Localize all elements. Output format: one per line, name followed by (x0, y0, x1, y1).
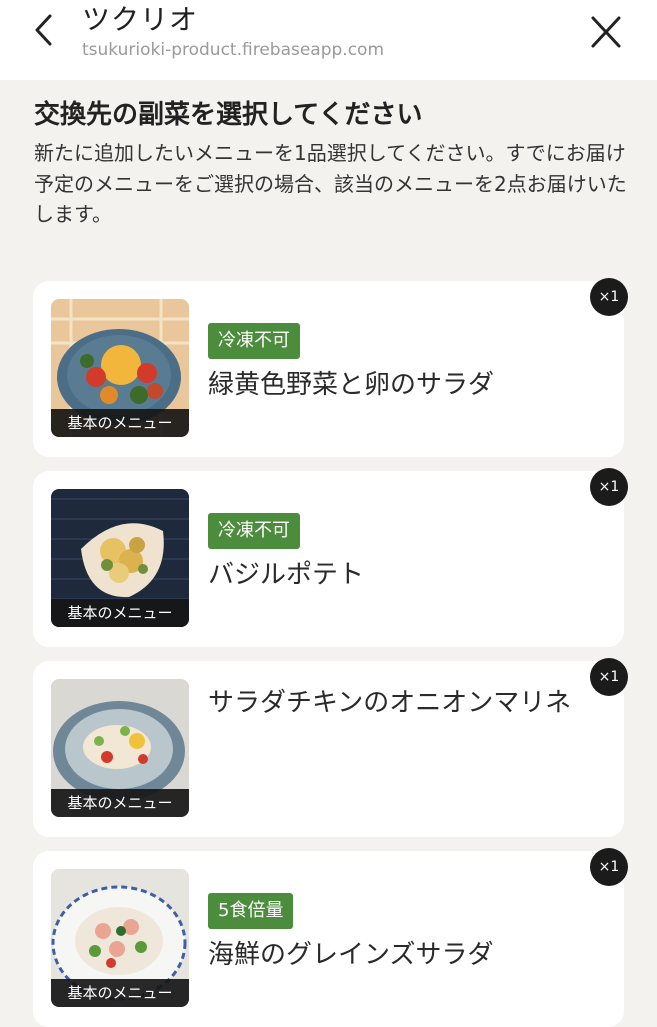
site-title: ツクリオ (82, 3, 199, 36)
menu-item-name: サラダチキンのオニオンマリネ (208, 688, 572, 718)
menu-card[interactable]: 基本のメニュー 冷凍不可 バジルポテト ×1 (33, 468, 628, 647)
close-icon[interactable] (586, 12, 626, 52)
basil-potato-image: 基本のメニュー (51, 489, 189, 627)
quantity-badge: ×1 (590, 658, 628, 696)
quantity-badge: ×1 (590, 278, 628, 316)
menu-item-name: 緑黄色野菜と卵のサラダ (208, 370, 495, 400)
salad-egg-image: 基本のメニュー (51, 299, 189, 437)
basic-menu-badge: 基本のメニュー (51, 789, 189, 817)
basic-menu-badge: 基本のメニュー (51, 409, 189, 437)
quantity-badge: ×1 (590, 848, 628, 886)
menu-item-name: バジルポテト (208, 560, 365, 590)
back-arrow-icon[interactable] (28, 12, 64, 48)
top-bar: ツクリオ tsukurioki-product.firebaseapp.com (0, 0, 657, 80)
seafood-grain-salad-image: 基本のメニュー (51, 869, 189, 1007)
page-heading: 交換先の副菜を選択してください (34, 100, 423, 130)
portion-tag: 5食倍量 (208, 893, 294, 929)
menu-card[interactable]: 基本のメニュー 冷凍不可 緑黄色野菜と卵のサラダ ×1 (33, 278, 628, 457)
quantity-badge: ×1 (590, 468, 628, 506)
no-freeze-tag: 冷凍不可 (208, 513, 300, 549)
basic-menu-badge: 基本のメニュー (51, 979, 189, 1007)
menu-card[interactable]: 基本のメニュー 5食倍量 海鮮のグレインズサラダ ×1 (33, 848, 628, 1027)
basic-menu-badge: 基本のメニュー (51, 599, 189, 627)
page-description: 新たに追加したいメニューを1品選択してください。すでにお届け予定のメニューをご選… (34, 141, 627, 227)
menu-item-name: 海鮮のグレインズサラダ (208, 940, 494, 970)
chicken-marinade-image: 基本のメニュー (51, 679, 189, 817)
menu-card[interactable]: 基本のメニュー サラダチキンのオニオンマリネ ×1 (33, 658, 628, 837)
site-url: tsukurioki-product.firebaseapp.com (82, 40, 385, 60)
no-freeze-tag: 冷凍不可 (208, 323, 300, 359)
